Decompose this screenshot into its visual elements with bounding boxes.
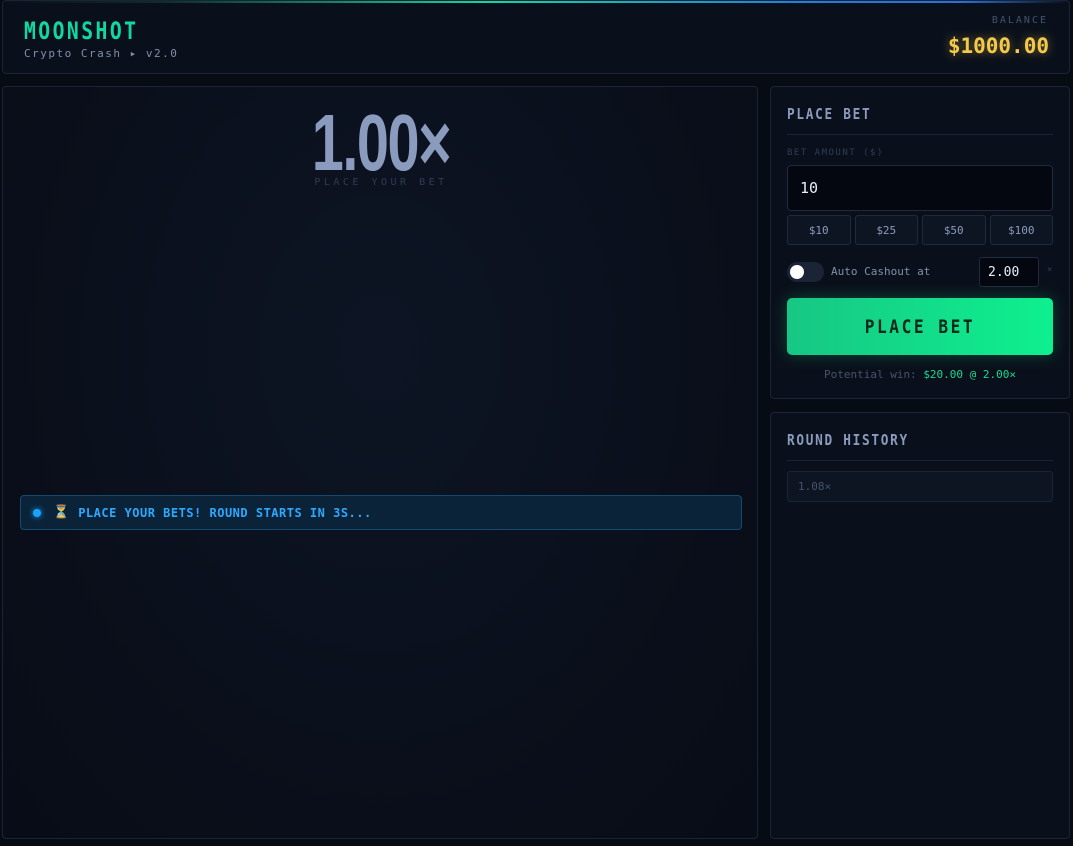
- round-history-title: ROUND HISTORY: [787, 431, 909, 449]
- auto-cashout-label: Auto Cashout at: [831, 265, 931, 278]
- auto-cashout-suffix: ×: [1047, 265, 1053, 275]
- toggle-knob: [790, 265, 804, 279]
- potential-win-label: Potential win:: [823, 368, 917, 381]
- auto-cashout-row: Auto Cashout at ×: [787, 257, 1057, 287]
- divider: [787, 460, 1053, 461]
- balance-label: BALANCE: [991, 15, 1048, 26]
- logo: MOONSHOT: [24, 17, 139, 45]
- header: MOONSHOT Crypto Crash ▸ v2.0 BALANCE $10…: [2, 0, 1070, 74]
- quick-amount-25-button[interactable]: $25: [854, 215, 918, 245]
- quick-amount-50-button[interactable]: $50: [922, 215, 986, 245]
- divider: [787, 134, 1053, 135]
- quick-amount-100-button[interactable]: $100: [989, 215, 1053, 245]
- multiplier-caption: PLACE YOUR BET: [314, 177, 448, 188]
- place-bet-label: PLACE BET: [864, 315, 976, 338]
- status-text: PLACE YOUR BETS! ROUND STARTS IN 3S...: [78, 505, 372, 520]
- round-history-panel: ROUND HISTORY 1.08×: [770, 412, 1070, 839]
- balance-value: $1000.00: [947, 34, 1049, 58]
- bet-panel: PLACE BET BET AMOUNT ($) $10 $25 $50 $10…: [770, 86, 1070, 399]
- place-bet-button[interactable]: PLACE BET: [787, 298, 1053, 355]
- header-accent-line: [3, 1, 1069, 3]
- status-dot-icon: [33, 508, 41, 517]
- bet-amount-input[interactable]: [787, 165, 1053, 211]
- app: MOONSHOT Crypto Crash ▸ v2.0 BALANCE $10…: [0, 0, 1073, 846]
- auto-cashout-input[interactable]: [979, 257, 1039, 287]
- hourglass-icon: ⏳: [53, 505, 70, 520]
- bet-amount-label: BET AMOUNT ($): [787, 148, 884, 158]
- bet-panel-title: PLACE BET: [787, 105, 872, 123]
- quick-amount-row: $10 $25 $50 $100: [787, 215, 1053, 245]
- quick-amount-10-button[interactable]: $10: [787, 215, 851, 245]
- potential-win: Potential win: $20.00 @ 2.00×: [771, 368, 1069, 381]
- potential-win-value: $20.00 @ 2.00×: [923, 368, 1017, 381]
- multiplier-display: 1.00×: [311, 98, 452, 187]
- history-round-item[interactable]: 1.08×: [787, 471, 1053, 502]
- game-panel: 1.00× PLACE YOUR BET ⏳ PLACE YOUR BETS! …: [2, 86, 758, 839]
- app-subtitle: Crypto Crash ▸ v2.0: [24, 47, 179, 60]
- auto-cashout-toggle[interactable]: [787, 262, 824, 282]
- status-banner: ⏳ PLACE YOUR BETS! ROUND STARTS IN 3S...: [20, 495, 742, 530]
